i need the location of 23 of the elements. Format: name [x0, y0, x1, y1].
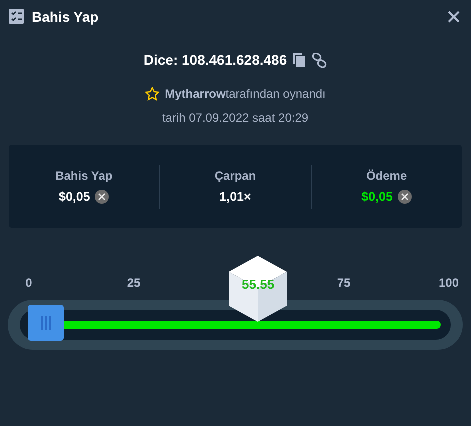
stat-value: $0,05	[59, 190, 90, 204]
star-icon	[145, 87, 160, 101]
tick-label: 100	[438, 276, 460, 292]
stat-label: Çarpan	[214, 169, 256, 183]
played-by-text: Mytharrowtarafından oynandı	[165, 87, 326, 101]
stat-value: $0,05	[362, 190, 393, 204]
stat-label: Bahis Yap	[56, 169, 113, 183]
link-icon[interactable]	[312, 52, 328, 68]
tick-label: 25	[127, 276, 141, 292]
bet-id: Dice: 108.461.628.486	[144, 52, 288, 68]
stat-value: 1,01×	[220, 190, 252, 204]
tick-label: 75	[337, 276, 351, 292]
bet-date: tarih 07.09.2022 saat 20:29	[162, 111, 309, 125]
checklist-icon	[9, 9, 24, 24]
coin-icon	[398, 190, 412, 204]
copy-icon[interactable]	[293, 52, 306, 68]
tick-label: 0	[26, 276, 32, 292]
close-button[interactable]	[448, 10, 460, 22]
slider-handle[interactable]	[28, 305, 64, 341]
stat-label: Ödeme	[366, 169, 408, 183]
result-value: 55.55	[241, 277, 276, 292]
window-title: Bahis Yap	[32, 8, 100, 24]
coin-icon	[95, 190, 110, 204]
